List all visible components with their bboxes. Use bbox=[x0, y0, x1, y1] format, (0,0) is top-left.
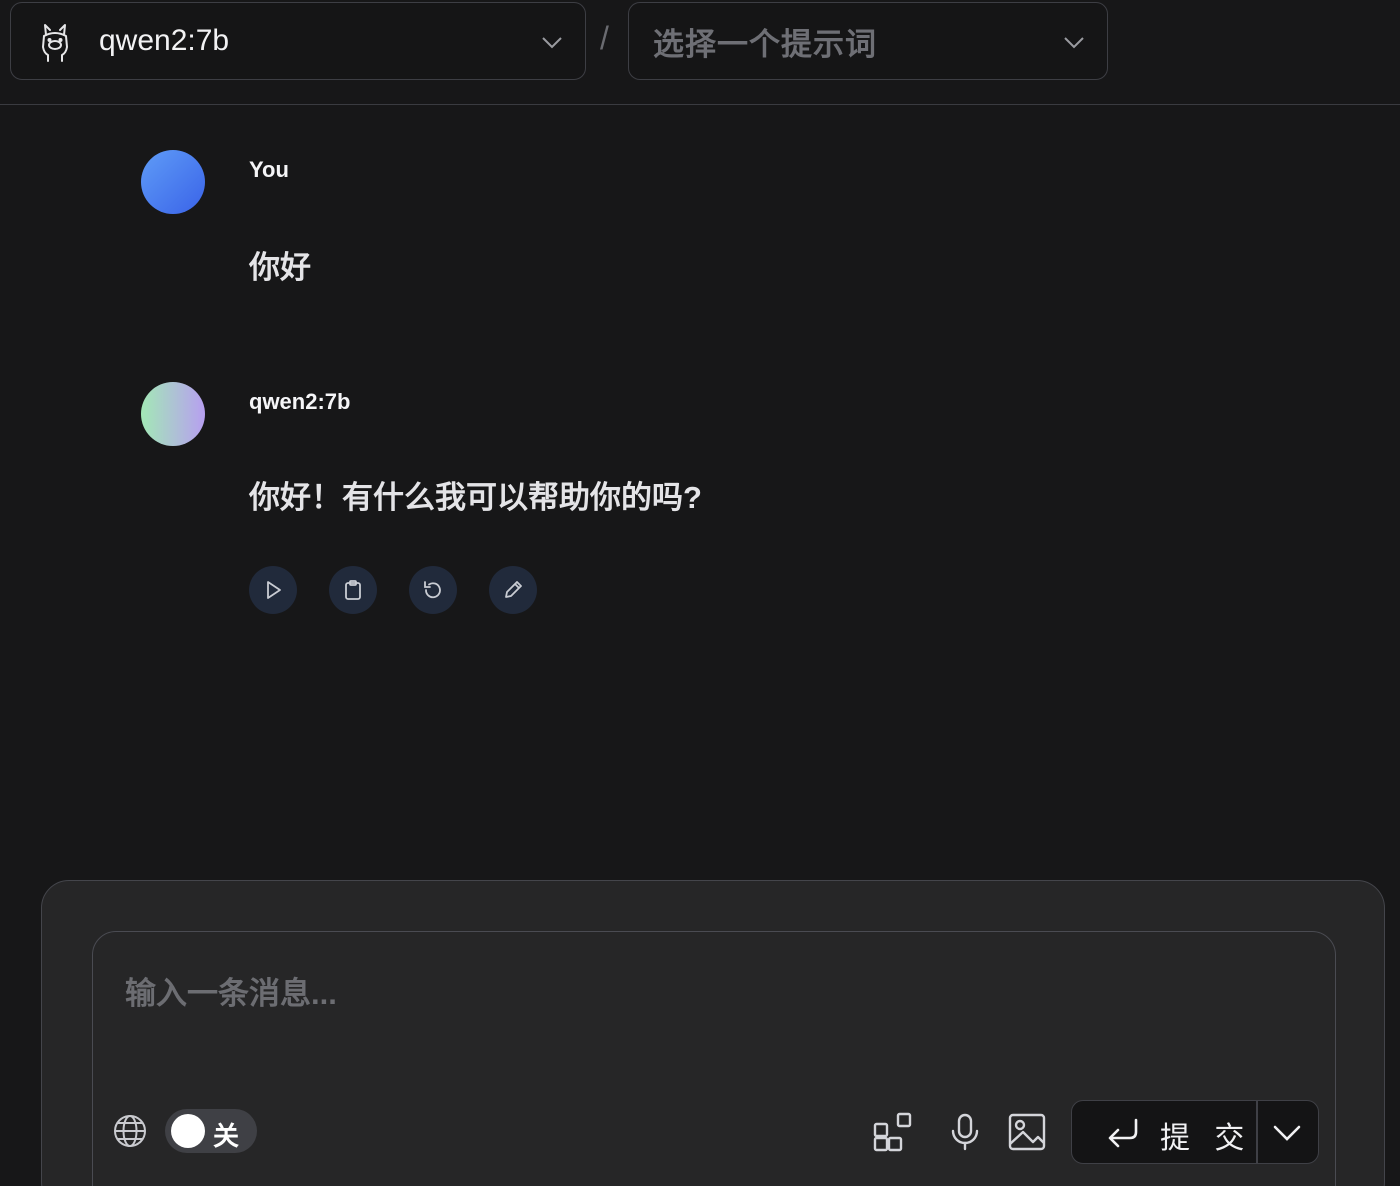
message-actions bbox=[249, 566, 537, 614]
copy-button[interactable] bbox=[329, 566, 377, 614]
chevron-down-icon bbox=[542, 37, 562, 49]
message-author: qwen2:7b bbox=[249, 389, 351, 414]
message-input-box: 关 提 交 bbox=[92, 931, 1336, 1186]
edit-icon bbox=[505, 581, 522, 598]
model-select-label: qwen2:7b bbox=[99, 24, 230, 57]
edit-button[interactable] bbox=[489, 566, 537, 614]
top-bar: qwen2:7b / 选择一个提示词 bbox=[0, 0, 1400, 105]
user-avatar bbox=[141, 150, 205, 214]
message-text: 你好！有什么我可以帮助你的吗? bbox=[249, 480, 702, 515]
separator: / bbox=[600, 20, 609, 56]
message-text: 你好 bbox=[249, 250, 311, 285]
llama-icon bbox=[42, 24, 68, 62]
submit-label: 提 交 bbox=[1160, 1122, 1253, 1155]
play-icon bbox=[267, 581, 281, 599]
message-input[interactable] bbox=[125, 968, 1125, 1028]
prompt-select-placeholder: 选择一个提示词 bbox=[653, 26, 877, 62]
assistant-avatar bbox=[141, 382, 205, 446]
prompt-select[interactable]: 选择一个提示词 bbox=[628, 2, 1108, 80]
message-author: You bbox=[249, 157, 289, 182]
toggle-label: 关 bbox=[213, 1121, 240, 1151]
chevron-down-icon[interactable] bbox=[1272, 1121, 1302, 1145]
globe-icon[interactable] bbox=[113, 1114, 147, 1148]
regenerate-button[interactable] bbox=[409, 566, 457, 614]
composer: 关 提 交 bbox=[41, 880, 1385, 1186]
toggle-knob bbox=[171, 1114, 205, 1148]
submit-divider bbox=[1256, 1101, 1258, 1163]
web-search-toggle[interactable]: 关 bbox=[165, 1109, 257, 1153]
microphone-icon[interactable] bbox=[945, 1112, 985, 1152]
chevron-down-icon bbox=[1064, 37, 1084, 49]
enter-icon bbox=[1108, 1118, 1138, 1148]
clipboard-icon bbox=[345, 580, 361, 600]
read-aloud-button[interactable] bbox=[249, 566, 297, 614]
apps-icon[interactable] bbox=[873, 1112, 913, 1152]
model-select[interactable]: qwen2:7b bbox=[10, 2, 586, 80]
regenerate-icon bbox=[424, 581, 441, 599]
image-icon[interactable] bbox=[1007, 1112, 1047, 1152]
submit-button[interactable]: 提 交 bbox=[1071, 1100, 1319, 1164]
